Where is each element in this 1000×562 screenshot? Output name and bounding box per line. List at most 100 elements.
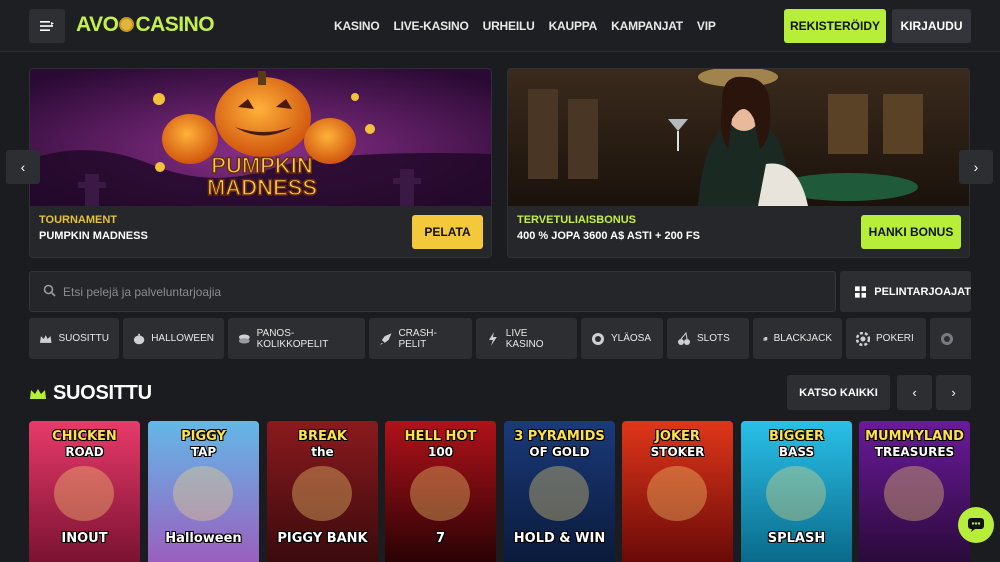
promo-banner-tournament[interactable]: PUMPKIN MADNESS TOURNAMENT PUMPKIN MADNE… [29, 68, 492, 258]
banner-title: 400 % JOPA 3600 A$ ASTI + 200 FS [517, 230, 700, 242]
game-artwork [529, 466, 589, 521]
game-artwork [173, 466, 233, 521]
game-tile[interactable]: CHICKEN ROAD INOUT [29, 421, 140, 562]
art-title-line2: MADNESS [207, 175, 317, 200]
nav-kauppa[interactable]: KAUPPA [549, 19, 598, 33]
game-tile[interactable]: BREAK the PIGGY BANK [267, 421, 378, 562]
category-panos-kolikkopelit[interactable]: PANOS-KOLIKKOPELIT [228, 318, 365, 359]
game-title-l2: OF GOLD [529, 445, 590, 459]
get-bonus-button[interactable]: HANKI BONUS [861, 215, 961, 249]
game-title-l2: ROAD [65, 445, 104, 459]
game-title-l1: BIGGER [769, 429, 824, 444]
promo-banner-welcome-bonus[interactable]: TERVETULIAISBONUS 400 % JOPA 3600 A$ AST… [507, 68, 970, 258]
category-ylaosa[interactable]: YLÄOSA [581, 318, 663, 359]
game-artwork [647, 466, 707, 521]
game-title-l1: CHICKEN [52, 429, 117, 444]
register-button[interactable]: REKISTERÖIDY [784, 9, 886, 43]
menu-toggle-button[interactable] [29, 9, 65, 43]
see-all-button[interactable]: KATSO KAIKKI [787, 375, 890, 410]
lightning-icon [488, 331, 497, 346]
game-title-l3: 7 [435, 531, 446, 546]
pumpkin-madness-artwork: PUMPKIN MADNESS [30, 69, 491, 206]
chevron-right-icon: › [951, 385, 956, 400]
game-artwork [410, 466, 470, 521]
chip-icon [856, 331, 870, 346]
game-title-l1: 3 PYRAMIDS [514, 429, 605, 444]
welcome-bonus-artwork [508, 69, 969, 206]
crown-icon [30, 388, 46, 399]
banner-kicker: TERVETULIAISBONUS [517, 214, 636, 226]
roulette-icon [941, 332, 953, 345]
game-artwork [292, 466, 352, 521]
logo[interactable]: AVO CASINO [76, 13, 215, 37]
games-prev-button[interactable]: ‹ [897, 375, 932, 410]
game-artwork [54, 466, 114, 521]
banner-info: TERVETULIAISBONUS 400 % JOPA 3600 A$ AST… [508, 206, 969, 257]
game-title-l2: TREASURES [874, 445, 955, 459]
game-title-l2: STOKER [650, 445, 705, 459]
category-blackjack[interactable]: BLACKJACK [753, 318, 842, 359]
category-live-kasino[interactable]: LIVE KASINO [476, 318, 577, 359]
game-title-l3: SPLASH [767, 531, 826, 546]
search-input[interactable]: Etsi pelejä ja palveluntarjoajia [29, 271, 836, 312]
live-chat-button[interactable] [958, 507, 994, 543]
nav-kasino[interactable]: KASINO [334, 19, 380, 33]
category-halloween[interactable]: HALLOWEEN [123, 318, 224, 359]
providers-button[interactable]: PELINTARJOAJAT [840, 271, 971, 312]
category-bar: SUOSITTU HALLOWEEN PANOS-KOLIKKOPELIT CR… [29, 318, 971, 359]
game-title-l3: PIGGY BANK [277, 531, 368, 546]
avocado-coin-icon [119, 17, 135, 32]
game-title-l2: 100 [427, 445, 454, 459]
nav-kampanjat[interactable]: KAMPANJAT [611, 19, 683, 33]
category-crash-pelit[interactable]: CRASH-PELIT [369, 318, 472, 359]
play-button[interactable]: PELATA [412, 215, 483, 249]
coins-icon [238, 333, 250, 344]
section-title: SUOSITTU [29, 382, 152, 405]
main-nav: KASINO LIVE-KASINO URHEILU KAUPPA KAMPAN… [334, 19, 716, 33]
chat-icon [968, 518, 984, 532]
game-title-l2: BASS [778, 445, 815, 459]
game-title-l1: JOKER [655, 429, 700, 444]
banner-kicker: TOURNAMENT [39, 214, 118, 226]
crown-icon [39, 334, 52, 343]
category-pokeri[interactable]: POKERI [846, 318, 926, 359]
game-tile[interactable]: JOKER STOKER [622, 421, 733, 562]
game-tile[interactable]: BIGGER BASS SPLASH [741, 421, 852, 562]
cherry-icon [678, 331, 690, 345]
game-title-l1: PIGGY [181, 429, 226, 444]
nav-vip[interactable]: VIP [697, 19, 716, 33]
game-tile[interactable]: MUMMYLAND TREASURES [859, 421, 970, 562]
game-title-l3: INOUT [61, 531, 108, 546]
game-tile[interactable]: HELL HOT 100 7 [385, 421, 496, 562]
game-tile[interactable]: PIGGY TAP Halloween [148, 421, 259, 562]
grid-icon [855, 285, 867, 298]
game-artwork [884, 466, 944, 521]
search-icon [43, 284, 56, 297]
cards-icon [763, 336, 768, 341]
banner-prev-button[interactable]: ‹ [6, 150, 40, 184]
banner-next-button[interactable]: › [959, 150, 993, 184]
nav-urheilu[interactable]: URHEILU [483, 19, 535, 33]
top-header: AVO CASINO KASINO LIVE-KASINO URHEILU KAU… [0, 0, 1000, 52]
chevron-right-icon: › [973, 159, 979, 175]
banner-title: PUMPKIN MADNESS [39, 230, 148, 242]
login-button[interactable]: KIRJAUDU [892, 9, 971, 43]
category-slots[interactable]: SLOTS [667, 318, 749, 359]
game-title-l1: BREAK [298, 429, 347, 444]
game-title-l2: the [311, 445, 334, 459]
game-tile[interactable]: 3 PYRAMIDS OF GOLD HOLD & WIN [504, 421, 615, 562]
category-suosittu[interactable]: SUOSITTU [29, 318, 119, 359]
category-roulette[interactable] [930, 318, 971, 359]
nav-live-kasino[interactable]: LIVE-KASINO [393, 19, 468, 33]
chevron-left-icon: ‹ [912, 385, 917, 400]
menu-icon [40, 21, 54, 31]
rocket-icon [379, 332, 392, 345]
game-title-l3: Halloween [165, 531, 242, 546]
pumpkin-icon [133, 333, 145, 344]
game-title-l3: HOLD & WIN [513, 531, 606, 546]
games-next-button[interactable]: › [936, 375, 971, 410]
banner-info: TOURNAMENT PUMPKIN MADNESS PELATA [30, 206, 491, 257]
game-title-l2: TAP [190, 445, 217, 459]
star-badge-icon [592, 332, 604, 345]
chevron-left-icon: ‹ [20, 159, 26, 175]
